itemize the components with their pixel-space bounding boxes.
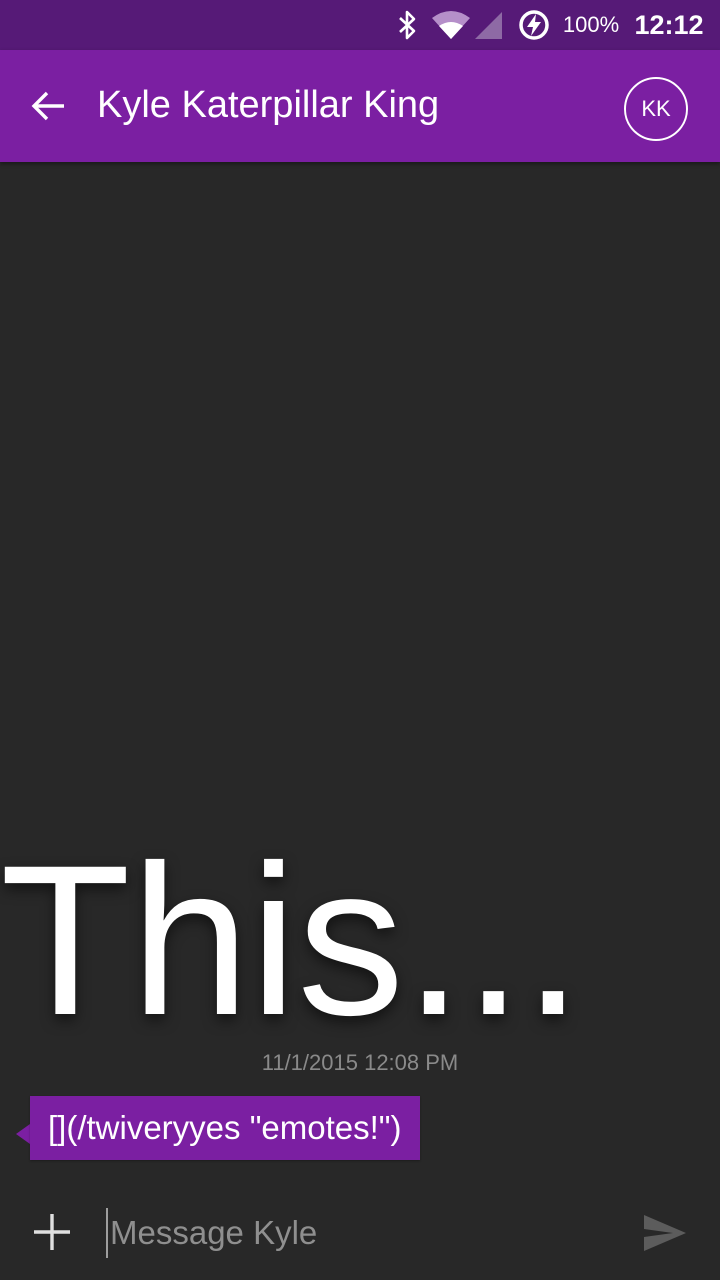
message-bubble[interactable]: [](/twiveryyes "emotes!") <box>30 1096 420 1160</box>
status-bar: 100% 12:12 <box>0 0 720 50</box>
message-input[interactable] <box>106 1208 610 1258</box>
conversation-title: Kyle Katerpillar King <box>97 84 440 126</box>
clock: 12:12 <box>634 9 704 40</box>
send-icon <box>644 1215 686 1251</box>
battery-saver-icon <box>516 0 552 50</box>
messaging-screen: 100% 12:12 Kyle Katerpillar King KK This… <box>0 0 720 1280</box>
app-bar: Kyle Katerpillar King KK <box>0 50 720 162</box>
bubble-tail <box>16 1124 30 1144</box>
message-list[interactable]: This... 11/1/2015 12:08 PM [](/twiveryye… <box>0 162 720 1182</box>
contact-avatar[interactable]: KK <box>624 77 688 141</box>
wifi-icon <box>430 0 472 50</box>
bluetooth-icon <box>394 0 422 50</box>
message-timestamp: 11/1/2015 12:08 PM <box>261 1050 459 1075</box>
cell-signal-icon <box>472 0 504 50</box>
avatar-initials: KK <box>641 96 671 121</box>
battery-percent: 100% <box>562 12 620 37</box>
send-button[interactable] <box>638 1208 692 1258</box>
back-button[interactable] <box>20 78 76 134</box>
attach-button[interactable] <box>24 1204 80 1260</box>
arrow-back-icon <box>31 91 64 121</box>
message-bubble-text: [](/twiveryyes "emotes!") <box>48 1109 402 1146</box>
plus-icon <box>34 1214 70 1250</box>
message-text-large: This... <box>0 821 583 1060</box>
composer <box>0 1182 720 1280</box>
